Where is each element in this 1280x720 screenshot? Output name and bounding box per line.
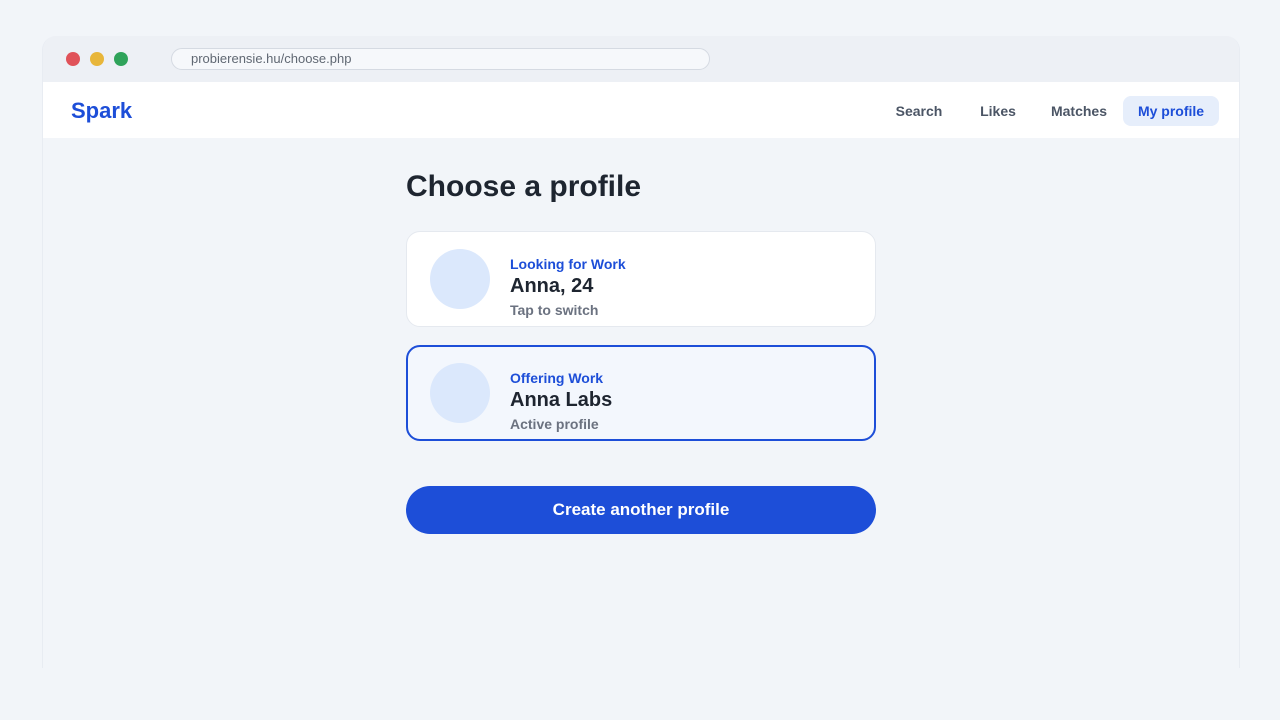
profile-name: Anna, 24 xyxy=(510,275,594,297)
profile-status-text: Tap to switch xyxy=(510,302,599,318)
nav-likes-link[interactable]: Likes xyxy=(968,96,1028,126)
profile-type-label: Offering Work xyxy=(510,370,604,386)
profile-type-label: Looking for Work xyxy=(510,256,626,272)
profile-name: Anna Labs xyxy=(510,389,613,411)
avatar xyxy=(430,249,490,309)
create-profile-button[interactable]: Create another profile xyxy=(406,486,876,534)
browser-titlebar: probierensie.hu/choose.php xyxy=(43,36,1239,82)
avatar xyxy=(430,363,490,423)
profile-card-selected[interactable]: Offering Work Anna Labs Active profile xyxy=(406,345,876,441)
page-title: Choose a profile xyxy=(406,170,642,203)
maximize-window-icon[interactable] xyxy=(114,52,128,66)
top-navbar: Spark Search Likes Matches My profile xyxy=(43,82,1239,138)
profile-status-text: Active profile xyxy=(510,416,599,432)
nav-matches-link[interactable]: Matches xyxy=(1042,96,1116,126)
app-logo[interactable]: Spark xyxy=(71,98,132,124)
address-bar[interactable]: probierensie.hu/choose.php xyxy=(171,48,710,70)
nav-search-link[interactable]: Search xyxy=(880,96,958,126)
browser-window: probierensie.hu/choose.php Spark Search … xyxy=(42,36,1240,668)
nav-my-profile-link[interactable]: My profile xyxy=(1123,96,1219,126)
profile-card[interactable]: Looking for Work Anna, 24 Tap to switch xyxy=(406,231,876,327)
minimize-window-icon[interactable] xyxy=(90,52,104,66)
close-window-icon[interactable] xyxy=(66,52,80,66)
